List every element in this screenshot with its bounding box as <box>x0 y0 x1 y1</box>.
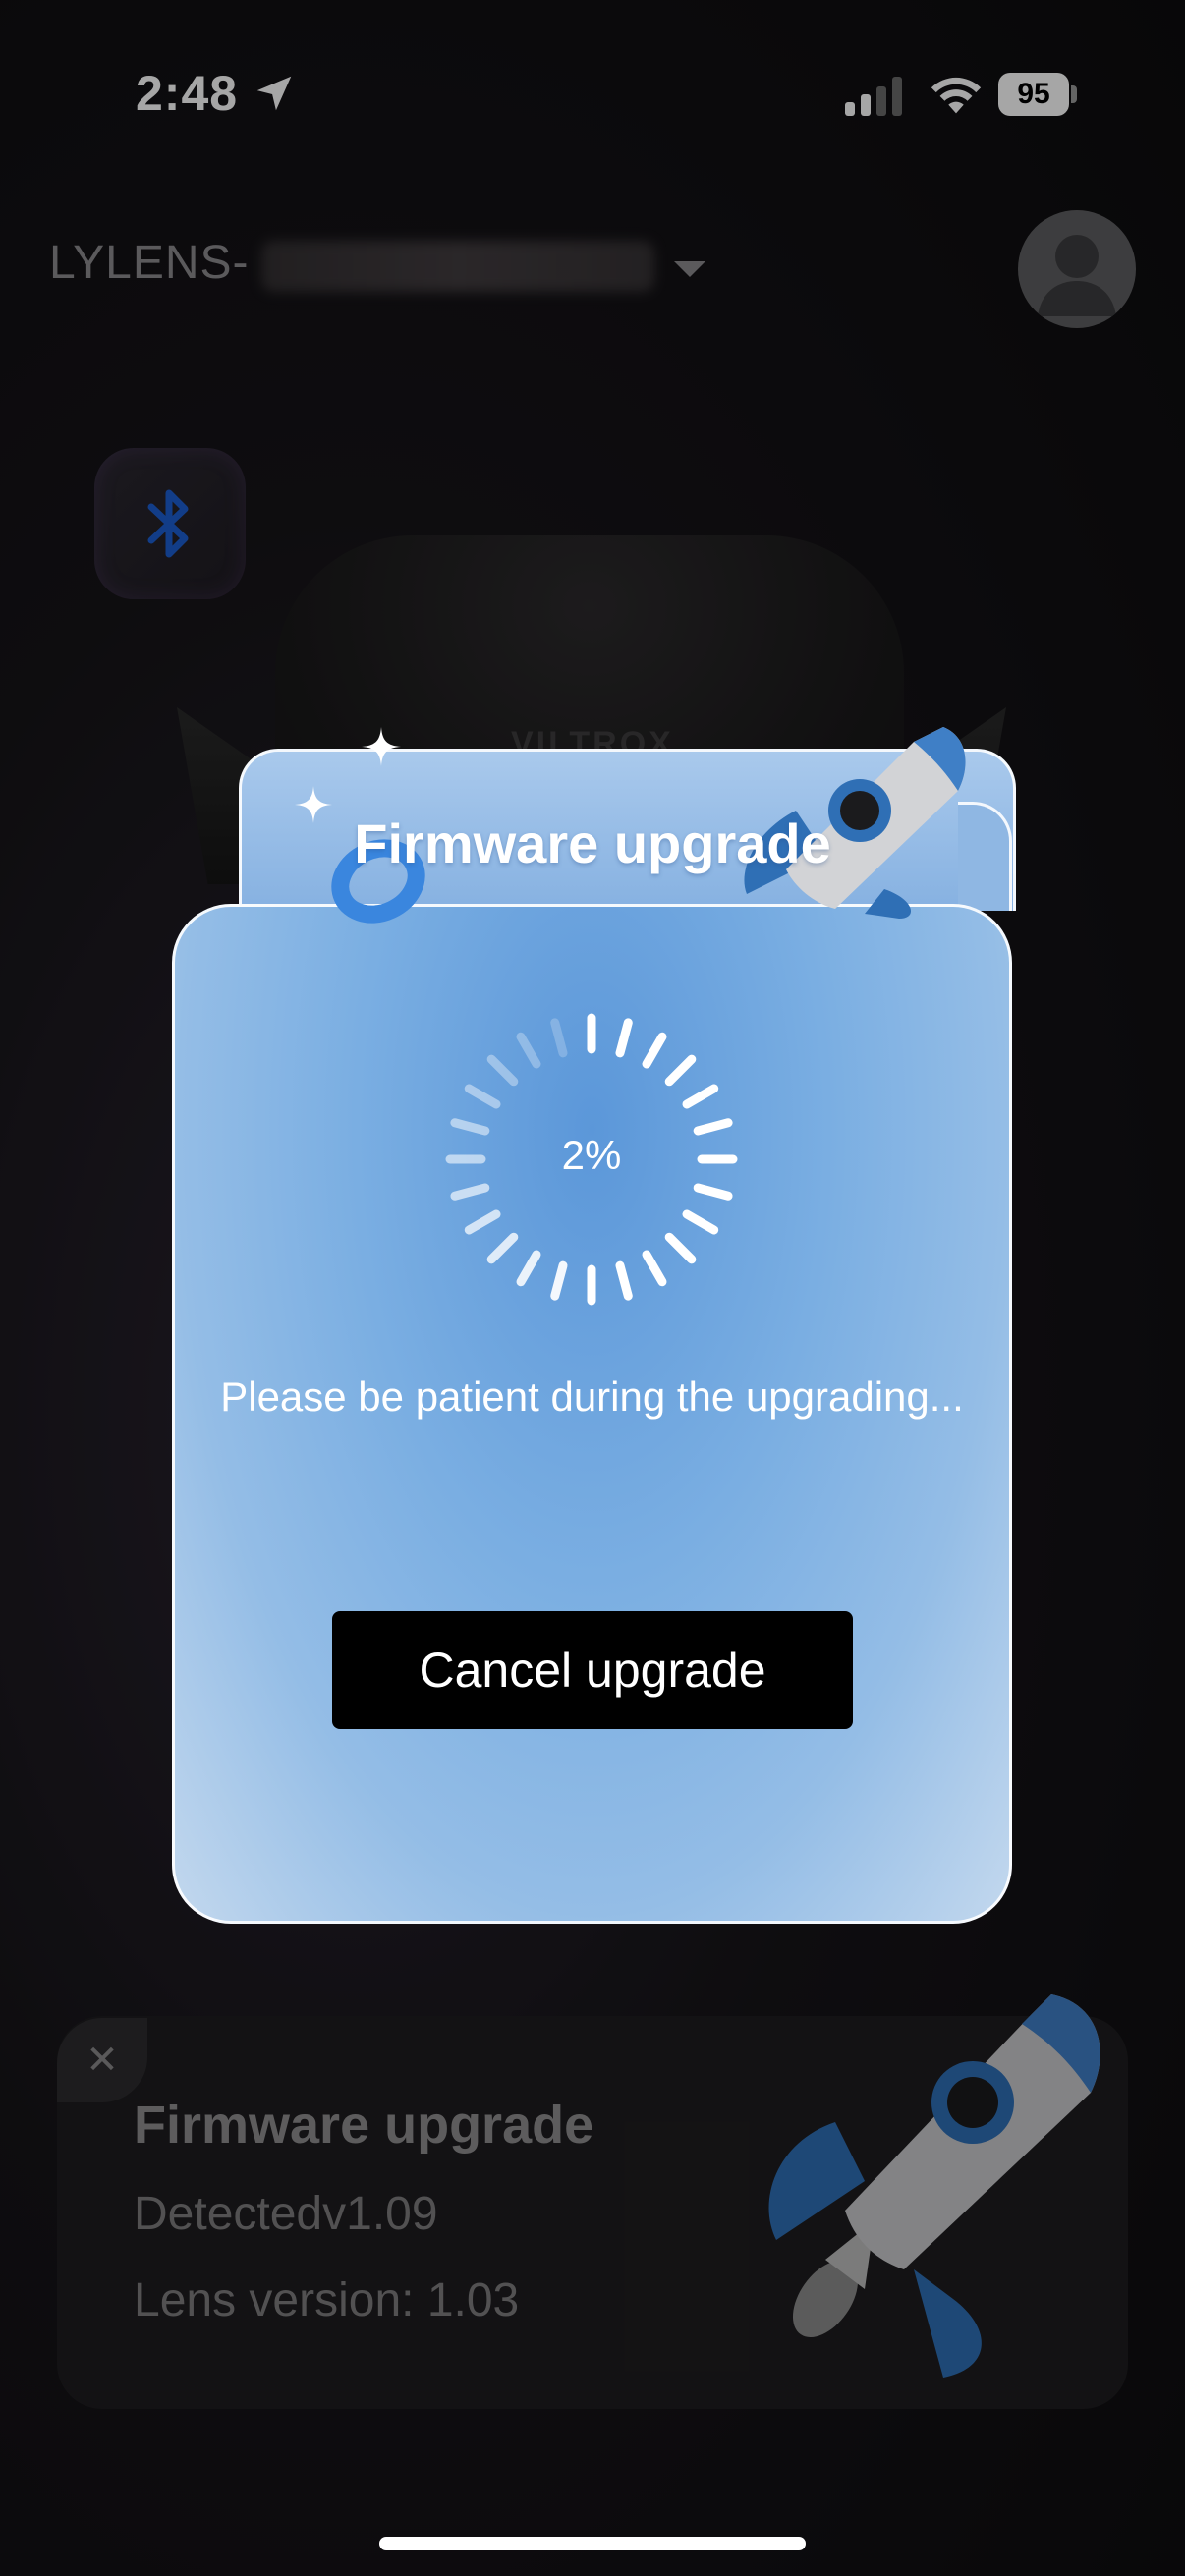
spinner-tick <box>642 1032 667 1069</box>
spinner-tick <box>664 1054 697 1087</box>
spinner-tick <box>615 1018 633 1058</box>
spinner-tick <box>516 1250 541 1287</box>
cancel-upgrade-button[interactable]: Cancel upgrade <box>332 1611 853 1729</box>
upgrade-message: Please be patient during the upgrading..… <box>220 1373 964 1420</box>
spinner-tick <box>486 1054 519 1087</box>
spinner-tick <box>682 1209 719 1235</box>
spinner-tick <box>516 1032 541 1069</box>
spinner-tick <box>450 1183 490 1201</box>
spinner-tick <box>464 1084 501 1109</box>
spinner-tick <box>550 1018 568 1058</box>
spinner-tick <box>664 1232 697 1264</box>
home-indicator[interactable] <box>379 2537 806 2550</box>
sparkle-icon <box>362 727 401 766</box>
spinner-tick <box>450 1118 490 1136</box>
progress-percent: 2% <box>561 1132 622 1178</box>
spinner-tick <box>486 1232 519 1264</box>
spinner-tick <box>693 1183 733 1201</box>
spinner-tick <box>464 1209 501 1235</box>
spinner-tick <box>550 1260 568 1301</box>
modal-title: Firmware upgrade <box>354 812 831 874</box>
spinner-tick <box>682 1084 719 1109</box>
spinner-tick <box>693 1118 733 1136</box>
spinner-tick <box>615 1260 633 1301</box>
spinner-tick <box>642 1250 667 1287</box>
